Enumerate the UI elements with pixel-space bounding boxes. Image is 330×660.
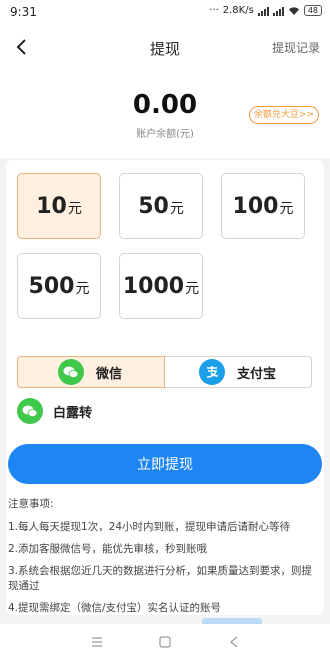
- amount-option-100[interactable]: 100 元: [221, 173, 305, 239]
- amount-unit: 元: [169, 201, 184, 217]
- note-item: 2.添加客服微信号，能优先审核，秒到账哦: [8, 543, 208, 555]
- payment-label: 微信: [96, 366, 123, 382]
- withdraw-now-button[interactable]: 立即提现: [8, 444, 322, 484]
- dots-icon: ···: [209, 5, 219, 16]
- payment-option-alipay[interactable]: 支付宝: [165, 356, 312, 388]
- home-icon[interactable]: [155, 632, 175, 652]
- amount-option-50[interactable]: 50 元: [119, 173, 203, 239]
- alipay-icon: [199, 359, 225, 385]
- wifi-icon: [288, 6, 299, 15]
- battery-icon: 48: [303, 5, 322, 16]
- amount-unit: 元: [185, 281, 200, 297]
- payment-label: 支付宝: [237, 366, 277, 382]
- amount-option-500[interactable]: 500 元: [17, 253, 101, 319]
- network-speed: 2.8K/s: [222, 5, 254, 16]
- signal-icon: [257, 6, 269, 16]
- signal-icon-2: [272, 6, 284, 16]
- nav-bar: 提现 提现记录: [0, 24, 330, 70]
- status-time: 9:31: [10, 5, 37, 19]
- back-icon[interactable]: [224, 632, 244, 652]
- balance-label: 账户余额(元): [136, 129, 194, 140]
- account-name: 白露转: [53, 405, 93, 421]
- amount-option-1000[interactable]: 1000 元: [119, 253, 203, 319]
- amount-unit: 元: [279, 201, 294, 217]
- amount-value: 100: [232, 194, 279, 219]
- notes-section: 注意事项: 1.每人每天提现1次，24小时内到账，提现申请后请耐心等待 2.添加…: [8, 497, 322, 623]
- amount-unit: 元: [67, 201, 82, 217]
- note-item: 3.系统会根据您近几天的数据进行分析，如果质量达到要求，则提现通过: [8, 565, 313, 592]
- balance-section: 0.00 账户余额(元) 余额兑大豆>>: [0, 70, 330, 158]
- note-item: 1.每人每天提现1次，24小时内到账，提现申请后请耐心等待: [8, 521, 291, 533]
- wechat-icon: [58, 359, 84, 385]
- withdraw-card: 10 元 50 元 100 元 500 元 1000 元 微信 支付宝 白露转 …: [6, 160, 324, 615]
- bound-account: 白露转: [17, 397, 92, 425]
- system-nav-bar: [0, 624, 330, 660]
- payment-option-wechat[interactable]: 微信: [17, 356, 165, 388]
- wechat-icon: [17, 398, 43, 424]
- notes-heading: 注意事项:: [8, 498, 54, 510]
- amount-value: 10: [36, 194, 67, 219]
- amount-value: 50: [138, 194, 169, 219]
- status-icons: ··· 2.8K/s 48: [209, 5, 322, 16]
- amount-unit: 元: [75, 281, 90, 297]
- amount-value: 1000: [122, 274, 185, 299]
- note-item: 4.提现需绑定（微信/支付宝）实名认证的账号: [8, 602, 222, 614]
- menu-icon[interactable]: [87, 632, 107, 652]
- withdraw-records-link[interactable]: 提现记录: [272, 39, 320, 56]
- status-bar: 9:31 ··· 2.8K/s 48: [0, 0, 330, 24]
- amount-value: 500: [28, 274, 75, 299]
- exchange-beans-button[interactable]: 余额兑大豆>>: [248, 106, 319, 124]
- amount-option-10[interactable]: 10 元: [17, 173, 101, 239]
